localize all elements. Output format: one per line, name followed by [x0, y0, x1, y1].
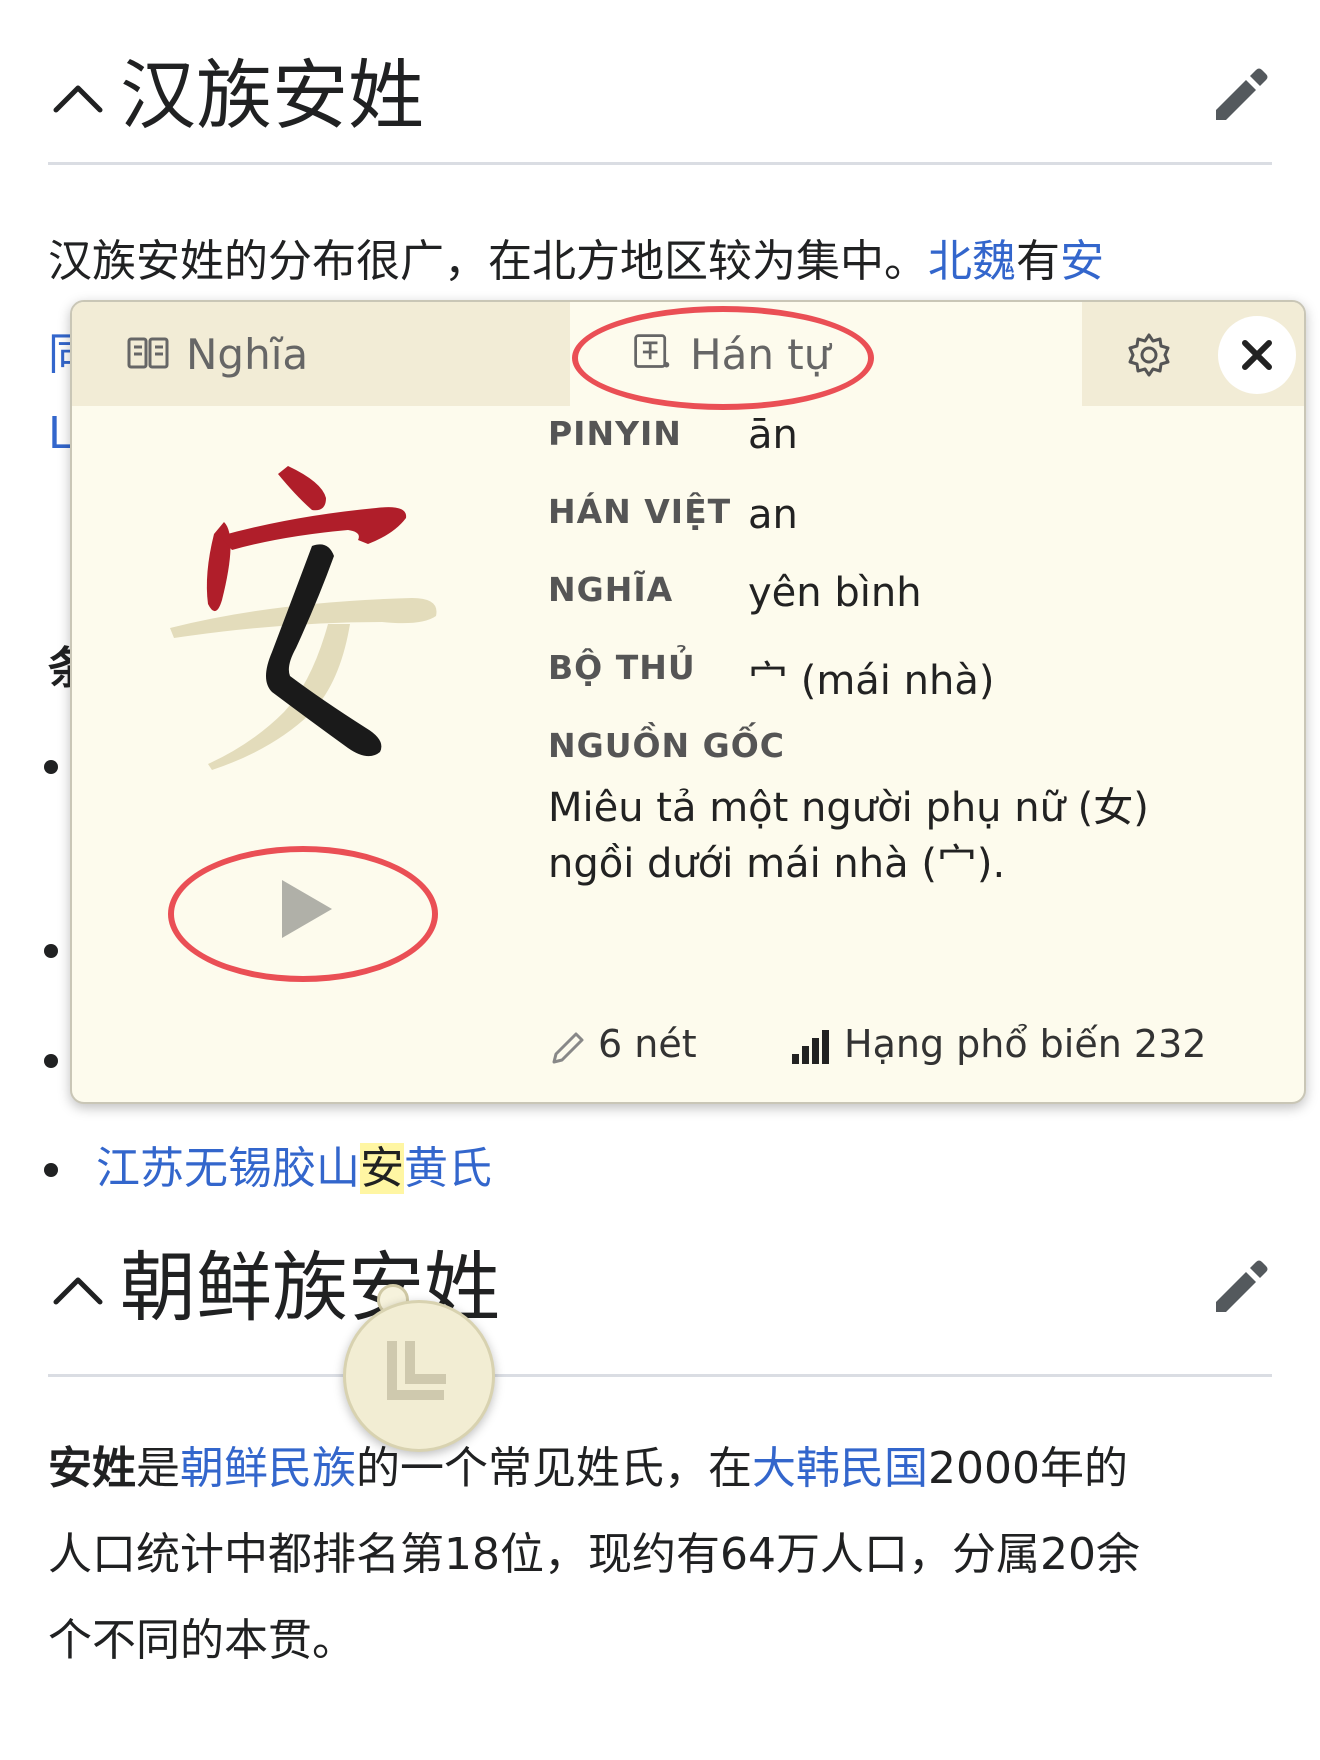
stroke-count: 6 nét	[598, 1022, 697, 1066]
list-bullet	[44, 944, 58, 958]
highlight-oval-hanzi-tab	[572, 306, 874, 410]
section-header-han: 汉族安姓	[48, 40, 1272, 150]
label-meaning: NGHĨA	[548, 570, 674, 609]
highlight-oval-play	[168, 846, 438, 982]
pencil-icon	[552, 1032, 584, 1064]
close-icon	[1242, 340, 1272, 370]
origin-text: Miêu tả một người phụ nữ (女) ngồi dưới m…	[548, 785, 1149, 887]
link-an[interactable]: 安	[1060, 236, 1104, 287]
list-item[interactable]: 江苏无锡胶山安黄氏	[96, 1138, 1272, 1200]
tab-meaning-label: Nghĩa	[186, 330, 309, 379]
character-popup: Nghĩa Hán tự PINYIN ān HÁN VIỆT an NGHĨA…	[70, 300, 1306, 1104]
tab-meaning[interactable]: Nghĩa	[72, 302, 570, 406]
paragraph-korean: 安姓是朝鲜民族的一个常见姓氏，在大韩民国2000年的 人口统计中都排名第18位，…	[48, 1443, 1140, 1666]
section-title: 汉族安姓	[120, 51, 424, 140]
gear-icon[interactable]	[1126, 332, 1172, 378]
label-sino-vietnamese: HÁN VIỆT	[548, 492, 732, 531]
value-pinyin: ān	[748, 412, 798, 458]
book-icon	[127, 337, 169, 369]
highlighted-character[interactable]: 安	[360, 1143, 404, 1194]
paragraph-han: 汉族安姓的分布很广，在北方地区较为集中。北魏有安	[48, 236, 1104, 287]
link-beiwei[interactable]: 北魏	[928, 236, 1016, 287]
hidden-text-fragment: L	[48, 408, 73, 459]
frequency-rank: Hạng phổ biến 232	[844, 1022, 1207, 1066]
close-button[interactable]	[1218, 316, 1296, 394]
section-header-korean: 朝鲜族安姓	[48, 1232, 1272, 1342]
list-bullet	[44, 1163, 58, 1177]
popup-tools	[1082, 302, 1304, 406]
value-radical: 宀 (mái nhà)	[748, 658, 995, 704]
stroke-order-glyph[interactable]	[162, 452, 502, 792]
signal-bars-icon	[792, 1030, 829, 1064]
link-south-korea[interactable]: 大韩民国	[752, 1443, 928, 1494]
section-divider	[48, 162, 1272, 165]
link-korean-people[interactable]: 朝鲜民族	[180, 1443, 356, 1494]
value-meaning: yên bình	[748, 570, 922, 616]
section-divider	[48, 1374, 1272, 1377]
edit-pencil-icon[interactable]	[1208, 62, 1272, 126]
collapse-chevron-icon[interactable]	[48, 1260, 108, 1320]
edit-pencil-icon[interactable]	[1208, 1254, 1272, 1318]
label-radical: BỘ THỦ	[548, 648, 696, 687]
collapse-chevron-icon[interactable]	[48, 68, 108, 128]
list-bullet	[44, 760, 58, 774]
label-pinyin: PINYIN	[548, 414, 682, 453]
magnifier-logo-icon	[387, 1341, 446, 1400]
value-sino-vietnamese: an	[748, 492, 798, 538]
list-bullet	[44, 1054, 58, 1068]
magnifier-handle[interactable]	[343, 1300, 495, 1452]
label-origin: NGUỒN GỐC	[548, 726, 786, 765]
